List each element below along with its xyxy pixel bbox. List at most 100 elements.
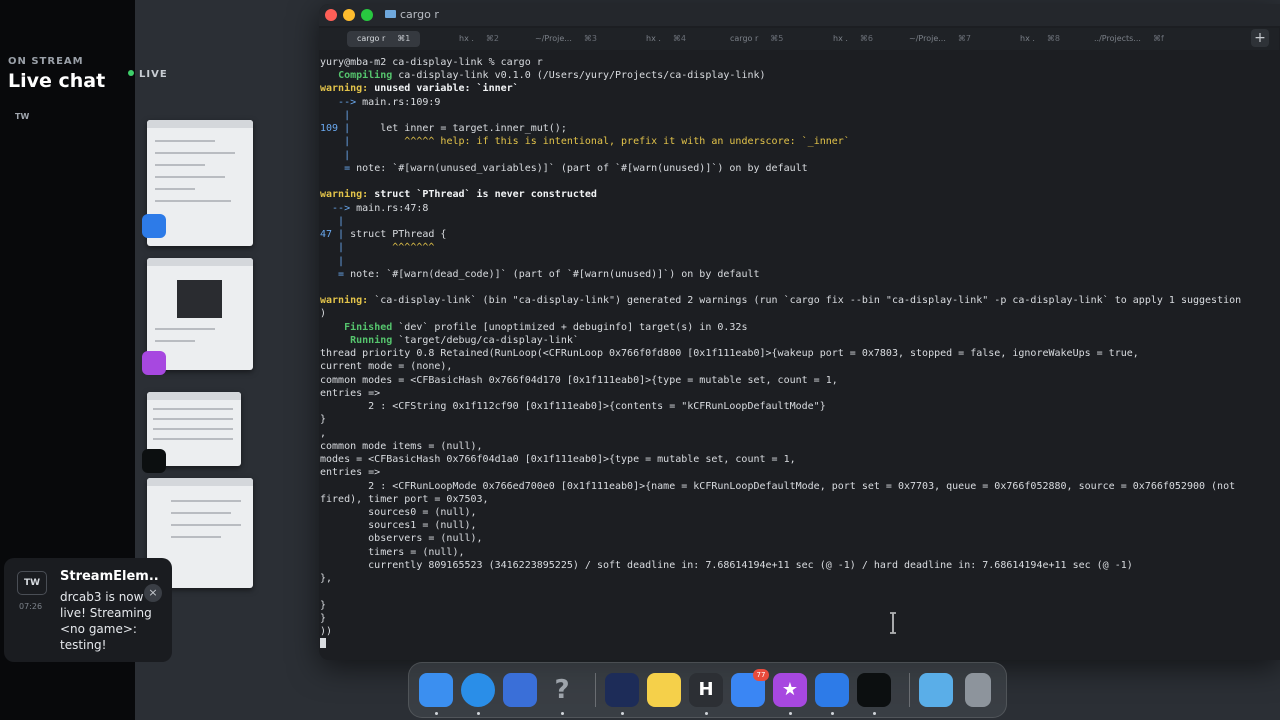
tab-shortcut: ⌘7 [957, 34, 971, 43]
terminal-line: 2 : <CFString 0x1f112cf90 [0x1f111eab0]>… [320, 401, 826, 413]
tab-9[interactable]: ../Projects... ⌘f [1094, 31, 1164, 47]
terminal-line: entries => [320, 387, 381, 399]
new-tab-button[interactable]: + [1251, 29, 1269, 47]
terminal-line: | [320, 109, 351, 121]
terminal-line: sources0 = (null), [320, 506, 477, 518]
close-window-icon[interactable] [325, 9, 337, 21]
minimize-window-icon[interactable] [343, 9, 355, 21]
tab-shortcut: ⌘3 [583, 34, 597, 43]
terminal-line: common modes = <CFBasicHash 0x766f04d170… [320, 374, 838, 386]
dock-running-indicator [621, 712, 624, 715]
help-app-icon[interactable]: ? [545, 673, 579, 707]
xcode-badge-icon [142, 214, 166, 238]
tab-2[interactable]: hx . ⌘2 [459, 31, 499, 47]
simulator-app-icon[interactable] [503, 673, 537, 707]
terminal-line: Compiling ca-display-link v0.1.0 (/Users… [338, 70, 766, 82]
terminal-line: fired), timer port = 0x7503, [320, 493, 489, 505]
live-dot-icon [128, 70, 134, 76]
live-chat-title: Live chat [8, 70, 106, 92]
tab-3[interactable]: ~/Proje... ⌘3 [535, 31, 597, 47]
terminal-line: warning: struct `PThread` is never const… [320, 189, 597, 201]
tab-label: hx . [833, 34, 848, 43]
feedback-badge-icon [142, 351, 166, 375]
notification-time: 07:26 [19, 602, 43, 611]
dock-running-indicator [435, 712, 438, 715]
zoom-window-icon[interactable] [361, 9, 373, 21]
tab-8[interactable]: hx . ⌘8 [1020, 31, 1060, 47]
terminal-output[interactable]: yury@mba-m2 ca-display-link % cargo r Co… [320, 56, 1278, 652]
downloads-folder-icon[interactable] [919, 673, 953, 707]
finder-app-icon[interactable] [419, 673, 453, 707]
notes-app-icon[interactable] [647, 673, 681, 707]
live-badge: LIVE [128, 69, 168, 80]
dock-running-indicator [705, 712, 708, 715]
terminal-line: thread priority 0.8 Retained(RunLoop(<CF… [320, 348, 1139, 360]
folder-icon [385, 10, 396, 18]
tab-shortcut: ⌘2 [485, 34, 499, 43]
tab-shortcut: ⌘5 [770, 34, 784, 43]
terminal-line: 47 | struct PThread { [320, 229, 447, 241]
terminal-line: | ^^^^^ help: if this is intentional, pr… [320, 136, 850, 148]
tab-5[interactable]: cargo r ⌘5 [730, 31, 783, 47]
helix-app-icon[interactable]: H [689, 673, 723, 707]
notification-close-icon[interactable]: × [144, 584, 162, 602]
tab-7[interactable]: ~/Proje... ⌘7 [909, 31, 971, 47]
terminal-line: } [320, 599, 327, 611]
terminal-line: | [320, 149, 351, 161]
tab-label: ~/Proje... [535, 34, 572, 43]
dock-running-indicator [873, 712, 876, 715]
terminal-line: common mode items = (null), [320, 440, 483, 452]
terminal-line: 109 | let inner = target.inner_mut(); [320, 123, 567, 135]
window-title: cargo r [385, 8, 439, 21]
activity-badge-icon [142, 449, 166, 473]
on-stream-label: ON STREAM [8, 56, 84, 67]
notification-body-line: live! Streaming [60, 606, 152, 620]
dock-running-indicator [831, 712, 834, 715]
thumbnail-bar [147, 258, 253, 266]
tab-6[interactable]: hx . ⌘6 [833, 31, 873, 47]
notification-body-line: testing! [60, 638, 107, 652]
tab-shortcut: ⌘1 [397, 34, 411, 43]
tab-label: cargo r [357, 34, 386, 43]
tab-4[interactable]: hx . ⌘4 [646, 31, 686, 47]
tab-shortcut: ⌘4 [672, 34, 686, 43]
terminal-cursor [320, 638, 326, 649]
ibeam-cursor-icon [890, 612, 896, 634]
thumbnail-bar [147, 120, 253, 128]
tab-shortcut: ⌘f [1152, 34, 1164, 43]
feedback-app-icon[interactable]: ★ [773, 673, 807, 707]
terminal-line: sources1 = (null), [320, 520, 477, 532]
terminal-line: | [320, 215, 345, 227]
streamelements-logo-icon: TW [17, 571, 47, 595]
terminal-line: timers = (null), [320, 546, 465, 558]
terminal-line: | [320, 255, 345, 267]
thumbnail-bar [147, 478, 253, 486]
terminal-line: )) [320, 626, 333, 638]
tab-1[interactable]: cargo r ⌘1 [347, 31, 421, 47]
terminal-window[interactable]: cargo r cargo r ⌘1 hx . ⌘2 ~/Proje... ⌘3 hx… [319, 4, 1280, 660]
dock-separator [909, 673, 910, 707]
terminal-line: warning: `ca-display-link` (bin "ca-disp… [320, 295, 1242, 307]
tw-label: TW [15, 112, 30, 121]
terminal-line: currently 809165523 (3416223895225) / so… [320, 559, 1133, 571]
xcode-app-icon[interactable] [815, 673, 849, 707]
tab-label: ../Projects... [1094, 34, 1141, 43]
tab-shortcut: ⌘6 [859, 34, 873, 43]
feedback-app-glyph: ★ [781, 679, 799, 700]
safari-app-icon[interactable] [461, 673, 495, 707]
live-label: LIVE [139, 69, 168, 80]
tab-label: ~/Proje... [909, 34, 946, 43]
dock-separator [595, 673, 596, 707]
screen-app-icon[interactable] [605, 673, 639, 707]
terminal-line: , [320, 427, 327, 439]
terminal-line: modes = <CFBasicHash 0x766f04d1a0 [0x1f1… [320, 454, 796, 466]
trash-app-icon[interactable] [965, 673, 991, 707]
mail-badge: 77 [753, 669, 769, 681]
tab-label: hx . [1020, 34, 1035, 43]
terminal-line: warning: unused variable: `inner` [320, 83, 519, 95]
terminal-line: }, [320, 573, 333, 585]
activity-app-icon[interactable] [857, 673, 891, 707]
tab-label: hx . [646, 34, 661, 43]
